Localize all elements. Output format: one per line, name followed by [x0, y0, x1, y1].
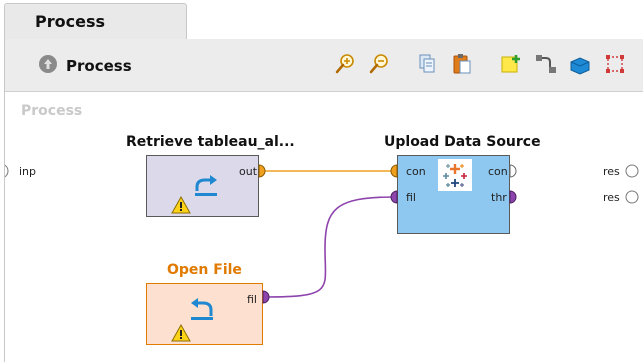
warning-icon[interactable]	[171, 324, 191, 342]
operator-title-open-file: Open File	[167, 262, 242, 278]
retrieve-arrow-icon	[195, 175, 217, 196]
port-label-con-out: con	[488, 165, 508, 178]
port-label-thr-out: thr	[491, 191, 507, 204]
result-port-2[interactable]	[625, 190, 639, 204]
open-file-fil-out-port[interactable]	[259, 290, 273, 304]
port-label-con-in: con	[406, 165, 426, 178]
result-port-1[interactable]	[625, 164, 639, 178]
operator-upload-data-source[interactable]: con fil con thr	[397, 155, 510, 234]
port-label-fil-out: fil	[247, 293, 257, 306]
tab-process[interactable]: Process	[4, 3, 187, 40]
upload-con-in-port[interactable]	[387, 164, 401, 178]
upload-con-out-port[interactable]	[506, 164, 520, 178]
process-input-port[interactable]	[5, 164, 9, 178]
result-port-label: res	[603, 191, 620, 204]
operator-title-retrieve: Retrieve tableau_al...	[126, 134, 295, 150]
process-input-port-label: inp	[19, 165, 37, 178]
tab-strip: Process	[0, 0, 643, 40]
retrieve-out-port[interactable]	[255, 164, 269, 178]
process-canvas[interactable]	[5, 39, 643, 362]
upload-fil-in-port[interactable]	[387, 190, 401, 204]
operator-open-file[interactable]: fil	[146, 283, 263, 345]
warning-icon[interactable]	[171, 196, 191, 214]
open-file-arrow-icon	[191, 298, 213, 320]
result-port-label: res	[603, 165, 620, 178]
tab-label: Process	[35, 12, 105, 31]
process-panel: Process Process inp res res Retrieve tab…	[4, 39, 643, 362]
operator-retrieve[interactable]: out	[146, 155, 259, 217]
tableau-logo-icon	[438, 159, 472, 191]
connection-fil-fil[interactable]	[266, 196, 395, 298]
operator-title-upload: Upload Data Source	[384, 134, 541, 150]
port-label-fil-in: fil	[406, 191, 416, 204]
upload-thr-out-port[interactable]	[506, 190, 520, 204]
